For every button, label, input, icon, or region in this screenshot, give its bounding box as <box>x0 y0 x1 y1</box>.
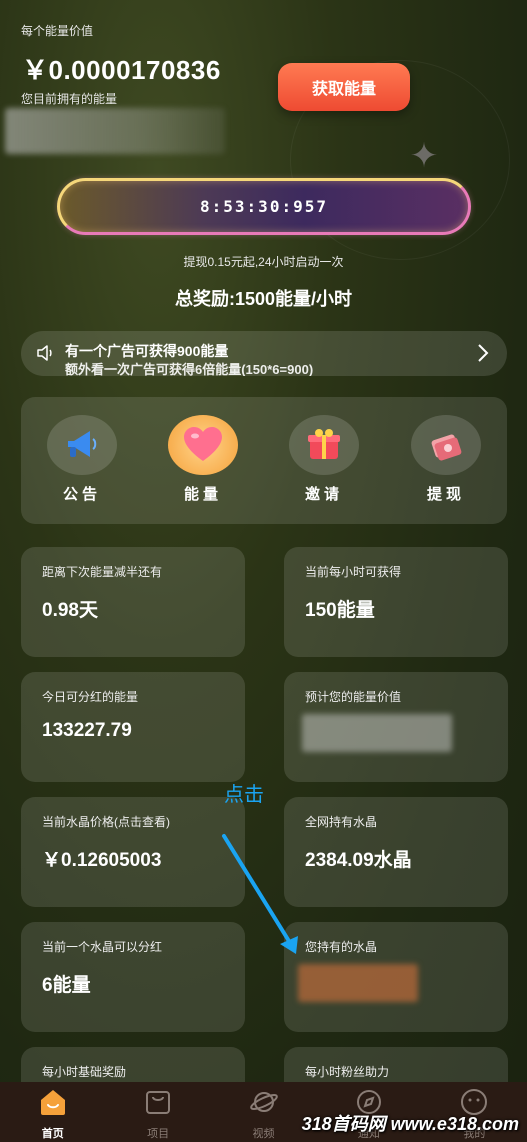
nav-label: 公告 <box>62 486 101 503</box>
nav-label: 能量 <box>183 486 222 503</box>
card-crystal-price[interactable]: 当前水晶价格(点击查看) ￥0.12605003 <box>21 797 245 907</box>
card-value: 6能量 <box>42 975 91 996</box>
card-title: 全网持有水晶 <box>305 815 378 829</box>
bag-icon <box>146 1091 171 1114</box>
nav-label: 邀请 <box>304 486 343 503</box>
card-value: ￥0.12605003 <box>42 850 162 871</box>
card-value: 133227.79 <box>42 720 132 741</box>
feature-nav: 公告 能量 邀请 提现 <box>21 397 507 524</box>
watermark: 318首码网 www.e318.com <box>301 1114 519 1134</box>
tab-label: 项目 <box>147 1128 170 1140</box>
card-your-crystal: 您持有的水晶 <box>284 922 508 1032</box>
notice-line-2: 额外看一次广告可获得6倍能量(150*6=900) <box>65 362 314 376</box>
estimated-value-blurred <box>302 714 452 752</box>
energy-value-label: 每个能量价值 <box>21 24 94 38</box>
card-title: 当前一个水晶可以分红 <box>42 940 163 954</box>
speaker-icon <box>37 345 52 361</box>
card-title: 当前每小时可获得 <box>305 565 402 579</box>
tab-projects[interactable]: 项目 <box>105 1082 210 1142</box>
nav-item-announcement[interactable]: 公告 <box>46 415 118 504</box>
hint-arrow-icon <box>222 834 298 954</box>
energy-value: ￥0.0000170836 <box>22 55 221 85</box>
card-halving: 距离下次能量减半还有 0.98天 <box>21 547 245 657</box>
heart-icon <box>184 427 222 461</box>
card-value: 0.98天 <box>42 600 98 621</box>
tab-label: 首页 <box>41 1128 64 1140</box>
card-value: 2384.09水晶 <box>305 850 412 871</box>
chevron-right-icon <box>478 344 489 362</box>
card-network-crystal: 全网持有水晶 2384.09水晶 <box>284 797 508 907</box>
home-icon <box>40 1090 65 1115</box>
tab-home[interactable]: 首页 <box>0 1082 105 1142</box>
money-icon <box>431 434 462 461</box>
card-title: 当前水晶价格(点击查看) <box>42 815 170 829</box>
card-title: 今日可分红的能量 <box>42 690 139 704</box>
nav-item-energy[interactable]: 能量 <box>167 415 239 504</box>
nav-label: 提现 <box>426 486 465 503</box>
card-title: 距离下次能量减半还有 <box>42 565 163 579</box>
card-value: 150能量 <box>305 600 375 621</box>
megaphone-icon <box>68 431 97 457</box>
withdraw-note: 提现0.15元起,24小时启动一次 <box>183 255 344 269</box>
tab-video[interactable]: 视频 <box>211 1082 316 1142</box>
click-hint: 点击 <box>224 784 264 806</box>
owned-energy-label: 您目前拥有的能量 <box>21 92 118 106</box>
gift-icon <box>308 429 340 459</box>
notice-bar[interactable]: 有一个广告可获得900能量 额外看一次广告可获得6倍能量(150*6=900) <box>21 331 507 376</box>
notice-line-1: 有一个广告可获得900能量 <box>65 343 229 359</box>
total-reward: 总奖励:1500能量/小时 <box>174 289 353 309</box>
countdown-bar: 8:53:30:957 <box>57 178 471 235</box>
card-title: 您持有的水晶 <box>305 940 378 954</box>
tab-label: 视频 <box>252 1128 275 1140</box>
card-hourly: 当前每小时可获得 150能量 <box>284 547 508 657</box>
card-title: 每小时基础奖励 <box>42 1065 127 1079</box>
card-title: 每小时粉丝助力 <box>305 1065 390 1079</box>
card-dividend-today: 今日可分红的能量 133227.79 <box>21 672 245 782</box>
get-energy-button[interactable]: 获取能量 <box>278 63 410 111</box>
card-crystal-dividend: 当前一个水晶可以分红 6能量 <box>21 922 245 1032</box>
sparkle-icon: ✦ <box>409 137 439 175</box>
your-crystal-blurred <box>298 964 418 1002</box>
card-title: 预计您的能量价值 <box>305 690 402 704</box>
nav-item-invite[interactable]: 邀请 <box>288 415 360 504</box>
nav-item-withdraw[interactable]: 提现 <box>410 415 482 504</box>
countdown-text: 8:53:30:957 <box>200 197 328 216</box>
owned-energy-blurred <box>5 108 225 154</box>
planet-icon <box>249 1092 278 1112</box>
card-estimated-value: 预计您的能量价值 <box>284 672 508 782</box>
